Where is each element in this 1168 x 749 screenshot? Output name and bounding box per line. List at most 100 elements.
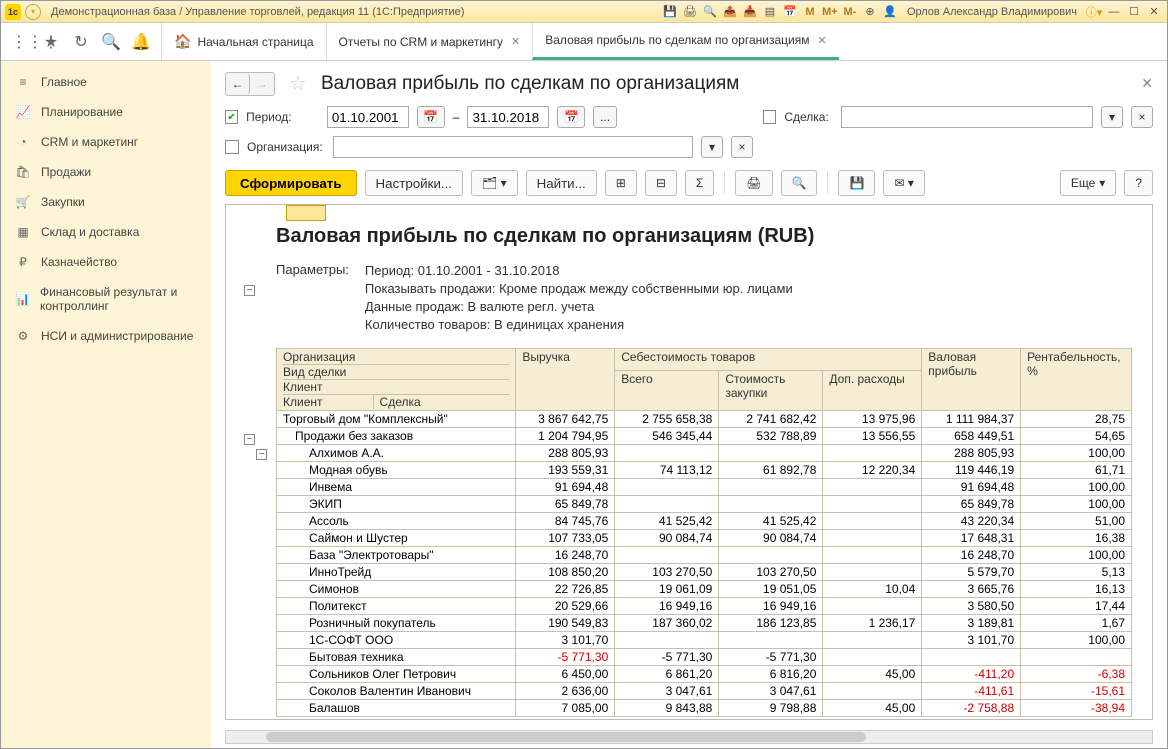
tree-collapse-icon[interactable]: − — [244, 434, 255, 445]
date-to-input[interactable] — [467, 106, 549, 128]
maximize-icon[interactable]: ☐ — [1125, 3, 1143, 21]
period-dots-button[interactable]: ... — [593, 106, 616, 128]
col-total: Всего — [615, 370, 719, 410]
table-row[interactable]: Симонов22 726,8519 061,0919 051,0510,043… — [277, 581, 1132, 598]
sum-icon[interactable]: Σ — [685, 170, 714, 196]
date-from-picker-icon[interactable]: 📅 — [417, 106, 445, 128]
zoom-icon[interactable]: ⊕ — [861, 3, 879, 21]
mem-mminus-icon[interactable]: M- — [841, 3, 859, 21]
horizontal-scrollbar[interactable] — [225, 730, 1153, 744]
tree-collapse-icon[interactable]: − — [256, 449, 267, 460]
table-row[interactable]: Политекст20 529,6616 949,1616 949,163 58… — [277, 598, 1132, 615]
calendar-icon[interactable]: 📅 — [781, 3, 799, 21]
tree-collapse-icon[interactable]: − — [244, 285, 255, 296]
table-row[interactable]: Бытовая техника-5 771,30-5 771,30-5 771,… — [277, 649, 1132, 666]
table-row[interactable]: Торговый дом "Комплексный"3 867 642,752 … — [277, 411, 1132, 428]
expand-groups-icon[interactable]: ⊞ — [605, 170, 637, 196]
table-row[interactable]: 1С-СОФТ ООО3 101,703 101,70100,00 — [277, 632, 1132, 649]
form-report-button[interactable]: Сформировать — [225, 170, 357, 196]
table-row[interactable]: Инвема91 694,4891 694,48100,00 — [277, 479, 1132, 496]
table-row[interactable]: ИнноТрейд108 850,20103 270,50103 270,505… — [277, 564, 1132, 581]
table-row[interactable]: Соколов Валентин Иванович2 636,003 047,6… — [277, 683, 1132, 700]
mail-report-icon[interactable]: ✉ ▾ — [883, 170, 924, 196]
period-label: Период: — [246, 110, 319, 124]
copy-icon[interactable]: 📤 — [721, 3, 739, 21]
collapse-groups-icon[interactable]: ⊟ — [645, 170, 677, 196]
table-row[interactable]: Розничный покупатель190 549,83187 360,02… — [277, 615, 1132, 632]
print-report-icon[interactable]: 🖨 — [735, 170, 772, 196]
print-icon[interactable]: 🖨 — [681, 3, 699, 21]
sidebar-item[interactable]: ⚙НСИ и администрирование — [1, 321, 211, 351]
org-clear-icon[interactable]: × — [731, 136, 753, 158]
tab-home[interactable]: 🏠 Начальная страница — [161, 23, 326, 60]
date-to-picker-icon[interactable]: 📅 — [557, 106, 585, 128]
col-gross: Валовая прибыль — [922, 349, 1021, 411]
page-close-icon[interactable]: ✕ — [1141, 75, 1153, 92]
more-button[interactable]: Еще ▾ — [1060, 170, 1116, 196]
save-icon[interactable]: 💾 — [661, 3, 679, 21]
sidebar-item[interactable]: 📊Финансовый результат и контроллинг — [1, 277, 211, 321]
sidebar-item-label: CRM и маркетинг — [41, 135, 138, 149]
find-button[interactable]: Найти... — [526, 170, 597, 196]
tab-crm-reports[interactable]: Отчеты по CRM и маркетингу ✕ — [326, 23, 533, 60]
tab-close-icon[interactable]: ✕ — [817, 34, 826, 47]
help-button[interactable]: ? — [1124, 170, 1153, 196]
tab-close-icon[interactable]: ✕ — [511, 35, 520, 48]
settings-button[interactable]: Настройки... — [365, 170, 463, 196]
table-row[interactable]: Модная обувь193 559,3174 113,1261 892,78… — [277, 462, 1132, 479]
table-row[interactable]: База "Электротовары"16 248,7016 248,7010… — [277, 547, 1132, 564]
history-icon[interactable]: ↻ — [71, 32, 91, 52]
sidebar-item-label: НСИ и администрирование — [41, 329, 193, 343]
tab-bar: ⋮⋮⋮ ★ ↻ 🔍 🔔 🏠 Начальная страница Отчеты … — [1, 23, 1167, 61]
nav-back-button[interactable]: ← — [226, 73, 250, 95]
calc-icon[interactable]: ▤ — [761, 3, 779, 21]
save-report-icon[interactable]: 💾 — [838, 170, 875, 196]
table-row[interactable]: Продажи без заказов1 204 794,95546 345,4… — [277, 428, 1132, 445]
period-checkbox[interactable]: ✔ — [225, 110, 238, 124]
info-icon[interactable]: ⓘ▾ — [1085, 3, 1103, 21]
col-deal: Сделка — [374, 395, 421, 409]
sidebar-item[interactable]: ◔CRM и маркетинг — [1, 127, 211, 157]
org-dropdown-icon[interactable]: ▾ — [701, 136, 723, 158]
favorite-star-icon[interactable]: ☆ — [289, 71, 307, 96]
deal-clear-icon[interactable]: × — [1131, 106, 1153, 128]
table-row[interactable]: ЭКИП65 849,7865 849,78100,00 — [277, 496, 1132, 513]
tab-gross-profit[interactable]: Валовая прибыль по сделкам по организаци… — [532, 23, 838, 60]
bell-icon[interactable]: 🔔 — [131, 32, 151, 52]
close-window-icon[interactable]: ✕ — [1145, 3, 1163, 21]
sidebar-item-label: Финансовый результат и контроллинг — [40, 285, 197, 313]
preview-icon[interactable]: 🔍 — [701, 3, 719, 21]
mem-mplus-icon[interactable]: M+ — [821, 3, 839, 21]
sidebar-item[interactable]: ≡Главное — [1, 67, 211, 97]
date-from-input[interactable] — [327, 106, 409, 128]
mem-m-icon[interactable]: M — [801, 3, 819, 21]
sidebar-item-icon: 📈 — [15, 105, 31, 119]
deal-input[interactable] — [841, 106, 1093, 128]
table-row[interactable]: Балашов7 085,009 843,889 798,8845,00-2 7… — [277, 700, 1132, 717]
table-row[interactable]: Алхимов А.А.288 805,93288 805,93100,00 — [277, 445, 1132, 462]
minimize-icon[interactable]: — — [1105, 3, 1123, 21]
search-tool-icon[interactable]: 🔍 — [101, 32, 121, 52]
table-row[interactable]: Сольников Олег Петрович6 450,006 861,206… — [277, 666, 1132, 683]
variants-button[interactable]: 🗂 ▾ — [471, 170, 518, 196]
paste-icon[interactable]: 📥 — [741, 3, 759, 21]
org-input[interactable] — [333, 136, 693, 158]
report-sheet-tab[interactable] — [286, 205, 326, 221]
sidebar-item[interactable]: ▦Склад и доставка — [1, 217, 211, 247]
deal-dropdown-icon[interactable]: ▾ — [1101, 106, 1123, 128]
org-checkbox[interactable] — [225, 140, 239, 154]
apps-grid-icon[interactable]: ⋮⋮⋮ — [11, 32, 31, 52]
report-table: Организация Вид сделки Клиент Клиент Сде… — [276, 348, 1132, 717]
sidebar-item[interactable]: ₽Казначейство — [1, 247, 211, 277]
sidebar-item[interactable]: 🛍Продажи — [1, 157, 211, 187]
sidebar-item[interactable]: 🛒Закупки — [1, 187, 211, 217]
table-row[interactable]: Саймон и Шустер107 733,0590 084,7490 084… — [277, 530, 1132, 547]
deal-checkbox[interactable] — [763, 110, 776, 124]
favorite-icon[interactable]: ★ — [41, 32, 61, 52]
date-dash: – — [453, 110, 460, 124]
report-area[interactable]: − − − Валовая прибыль по сделкам по орга… — [225, 204, 1153, 720]
sidebar-item[interactable]: 📈Планирование — [1, 97, 211, 127]
app-menu-drop-icon[interactable]: ▾ — [25, 4, 41, 20]
table-row[interactable]: Ассоль84 745,7641 525,4241 525,4243 220,… — [277, 513, 1132, 530]
preview-report-icon[interactable]: 🔍 — [781, 170, 818, 196]
